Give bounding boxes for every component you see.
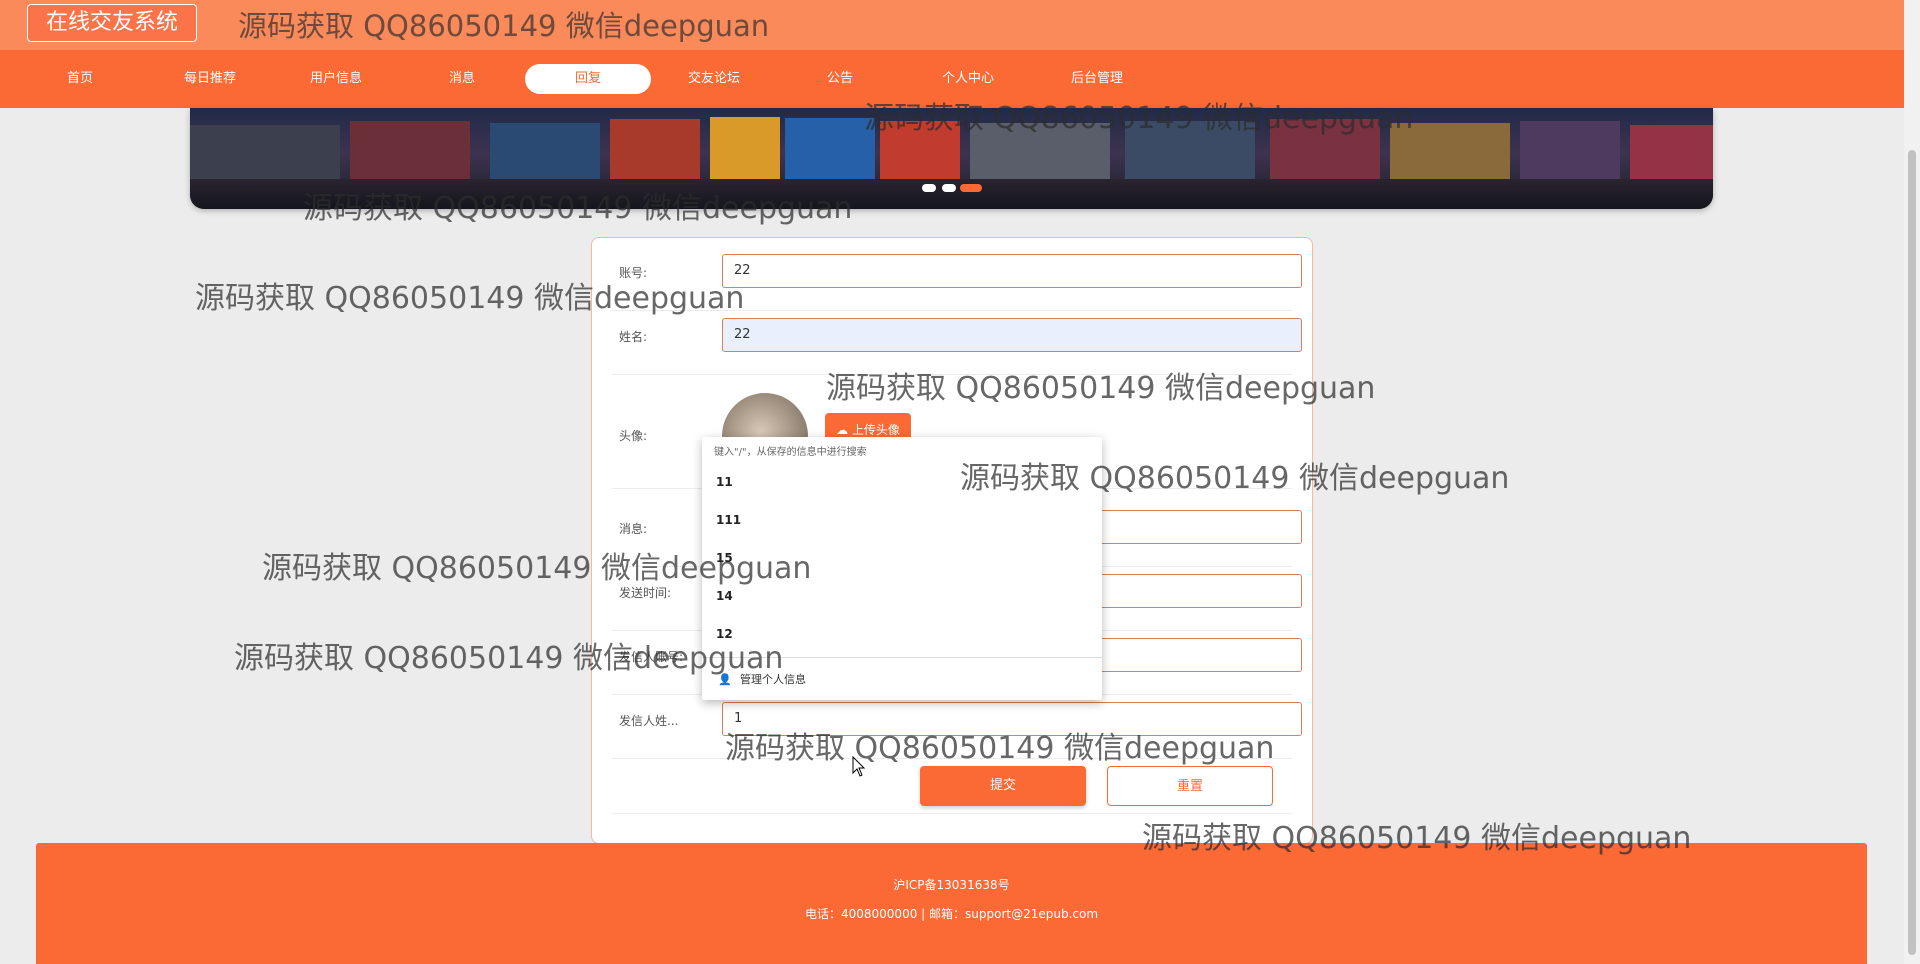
- footer-icp: 沪ICP备13031638号: [893, 878, 1010, 892]
- banner-house: [970, 123, 1110, 181]
- nav-item-admin[interactable]: 后台管理: [1034, 64, 1160, 94]
- message-label: 消息:: [619, 522, 648, 536]
- banner-carousel[interactable]: [190, 108, 1713, 209]
- banner-house: [610, 119, 700, 181]
- banner-house: [1125, 121, 1255, 181]
- sender-name-input[interactable]: 1: [722, 702, 1302, 736]
- banner-house: [1270, 119, 1380, 181]
- divider: [702, 657, 1102, 658]
- banner-house: [880, 121, 960, 181]
- autofill-option[interactable]: 15: [716, 551, 733, 565]
- form-row-sender-name: 发信人姓... 1: [612, 702, 1302, 759]
- nav-item-user-info[interactable]: 用户信息: [273, 64, 399, 94]
- sender-account-label: 发信人账号:: [619, 650, 684, 664]
- upload-icon: ☁: [836, 423, 852, 437]
- nav-item-daily-recommend[interactable]: 每日推荐: [147, 64, 273, 94]
- submit-button[interactable]: 提交: [920, 766, 1086, 806]
- autofill-option[interactable]: 14: [716, 589, 733, 603]
- top-bar: 在线交友系统 源码获取 QQ86050149 微信deepguan: [0, 0, 1904, 50]
- form-row-account: 账号: 22: [612, 254, 1302, 311]
- send-time-label: 发送时间:: [619, 586, 672, 600]
- autofill-option[interactable]: 11: [716, 475, 733, 489]
- banner-house: [1630, 125, 1713, 181]
- footer: 沪ICP备13031638号 电话：4008000000 | 邮箱：suppor…: [36, 843, 1867, 964]
- nav-item-home[interactable]: 首页: [17, 64, 143, 94]
- name-label: 姓名:: [619, 330, 648, 344]
- main-nav: 首页 每日推荐 用户信息 消息 回复 交友论坛 公告 个人中心 后台管理: [0, 50, 1904, 108]
- autofill-hint: 键入"/"，从保存的信息中进行搜索: [714, 447, 867, 458]
- page-scrollbar[interactable]: [1904, 0, 1920, 964]
- upload-avatar-label: 上传头像: [851, 423, 900, 437]
- mouse-cursor-icon: [852, 756, 866, 777]
- footer-contact: 电话：4008000000 | 邮箱：support@21epub.com: [804, 907, 1099, 921]
- autofill-dropdown: 键入"/"，从保存的信息中进行搜索 11 111 15 14 12 👤 管理个人信…: [702, 437, 1102, 700]
- carousel-dot-active[interactable]: [960, 184, 982, 192]
- nav-item-reply[interactable]: 回复: [525, 64, 651, 94]
- carousel-dot[interactable]: [942, 184, 956, 192]
- manage-personal-info-label: 管理个人信息: [740, 673, 806, 686]
- sender-name-label: 发信人姓...: [619, 714, 679, 728]
- avatar-label: 头像:: [619, 429, 648, 443]
- divider: [612, 812, 1292, 814]
- banner-house: [1520, 121, 1620, 181]
- account-input[interactable]: 22: [722, 254, 1302, 288]
- reset-button[interactable]: 重置: [1107, 766, 1273, 806]
- banner-house: [490, 123, 600, 181]
- banner-house: [710, 117, 780, 181]
- banner-house: [190, 125, 340, 181]
- nav-item-announcement[interactable]: 公告: [777, 64, 903, 94]
- form-row-name: 姓名: 22: [612, 318, 1302, 375]
- nav-item-personal-center[interactable]: 个人中心: [905, 64, 1031, 94]
- carousel-dot[interactable]: [922, 184, 936, 192]
- nav-item-messages[interactable]: 消息: [399, 64, 525, 94]
- autofill-option[interactable]: 12: [716, 627, 733, 641]
- manage-personal-info[interactable]: 👤 管理个人信息: [718, 671, 806, 687]
- person-lock-icon: 👤: [718, 673, 732, 686]
- banner-house: [1390, 123, 1510, 181]
- name-input[interactable]: 22: [722, 318, 1302, 352]
- nav-item-forum[interactable]: 交友论坛: [651, 64, 777, 94]
- banner-house: [350, 121, 470, 181]
- account-label: 账号:: [619, 266, 648, 280]
- scrollbar-thumb[interactable]: [1908, 150, 1916, 955]
- banner-house: [785, 118, 875, 181]
- site-title[interactable]: 在线交友系统: [27, 4, 198, 42]
- autofill-option[interactable]: 111: [716, 513, 741, 527]
- watermark: 源码获取 QQ86050149 微信deepguan: [238, 9, 770, 43]
